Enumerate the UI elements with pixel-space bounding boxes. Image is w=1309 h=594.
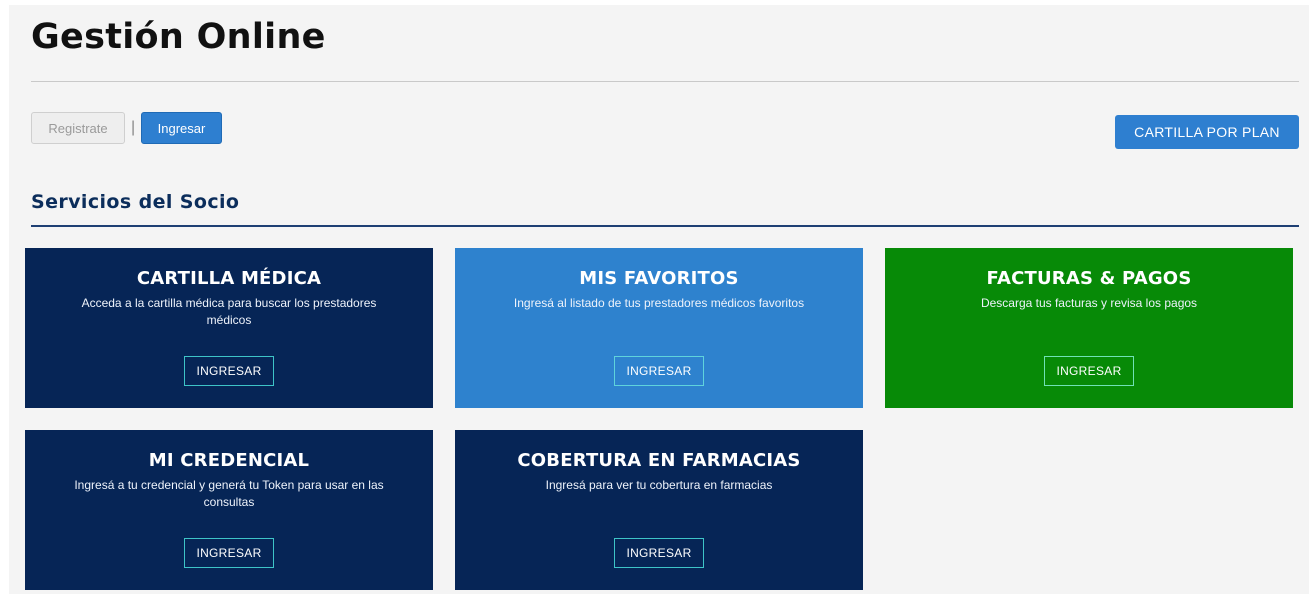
card-title: MI CREDENCIAL — [148, 450, 310, 471]
button-separator: | — [131, 119, 136, 136]
page-container: Gestión Online Registrate | Ingresar CAR… — [9, 5, 1309, 594]
card-description: Ingresá a tu credencial y generá tu Toke… — [74, 478, 384, 509]
card-facturas-pagos: FACTURAS & PAGOS Descarga tus facturas y… — [885, 248, 1293, 408]
card-title: COBERTURA EN FARMACIAS — [517, 450, 801, 471]
card-cobertura-farmacias: COBERTURA EN FARMACIAS Ingresá para ver … — [455, 430, 863, 590]
card-cartilla-medica: CARTILLA MÉDICA Acceda a la cartilla méd… — [25, 248, 433, 408]
mis-favoritos-ingresar-button[interactable]: INGRESAR — [614, 356, 704, 386]
login-button[interactable]: Ingresar — [141, 112, 222, 144]
mi-credencial-ingresar-button[interactable]: INGRESAR — [184, 538, 274, 568]
card-description: Ingresá para ver tu cobertura en farmaci… — [545, 478, 773, 492]
cartilla-por-plan-button[interactable]: CARTILLA POR PLAN — [1115, 115, 1299, 149]
card-title: MIS FAVORITOS — [579, 268, 739, 289]
card-mis-favoritos: MIS FAVORITOS Ingresá al listado de tus … — [455, 248, 863, 408]
register-button[interactable]: Registrate — [31, 112, 125, 144]
card-description: Acceda a la cartilla médica para buscar … — [81, 296, 377, 327]
card-mi-credencial: MI CREDENCIAL Ingresá a tu credencial y … — [25, 430, 433, 590]
cobertura-farmacias-ingresar-button[interactable]: INGRESAR — [614, 538, 704, 568]
card-title: FACTURAS & PAGOS — [986, 268, 1192, 289]
card-description: Descarga tus facturas y revisa los pagos — [980, 296, 1198, 310]
page-title: Gestión Online — [31, 17, 326, 57]
card-title: CARTILLA MÉDICA — [136, 268, 322, 289]
title-divider — [31, 81, 1299, 82]
facturas-pagos-ingresar-button[interactable]: INGRESAR — [1044, 356, 1134, 386]
card-description: Ingresá al listado de tus prestadores mé… — [513, 296, 805, 310]
section-title: Servicios del Socio — [31, 191, 240, 213]
section-divider — [31, 225, 1299, 227]
cartilla-medica-ingresar-button[interactable]: INGRESAR — [184, 356, 274, 386]
